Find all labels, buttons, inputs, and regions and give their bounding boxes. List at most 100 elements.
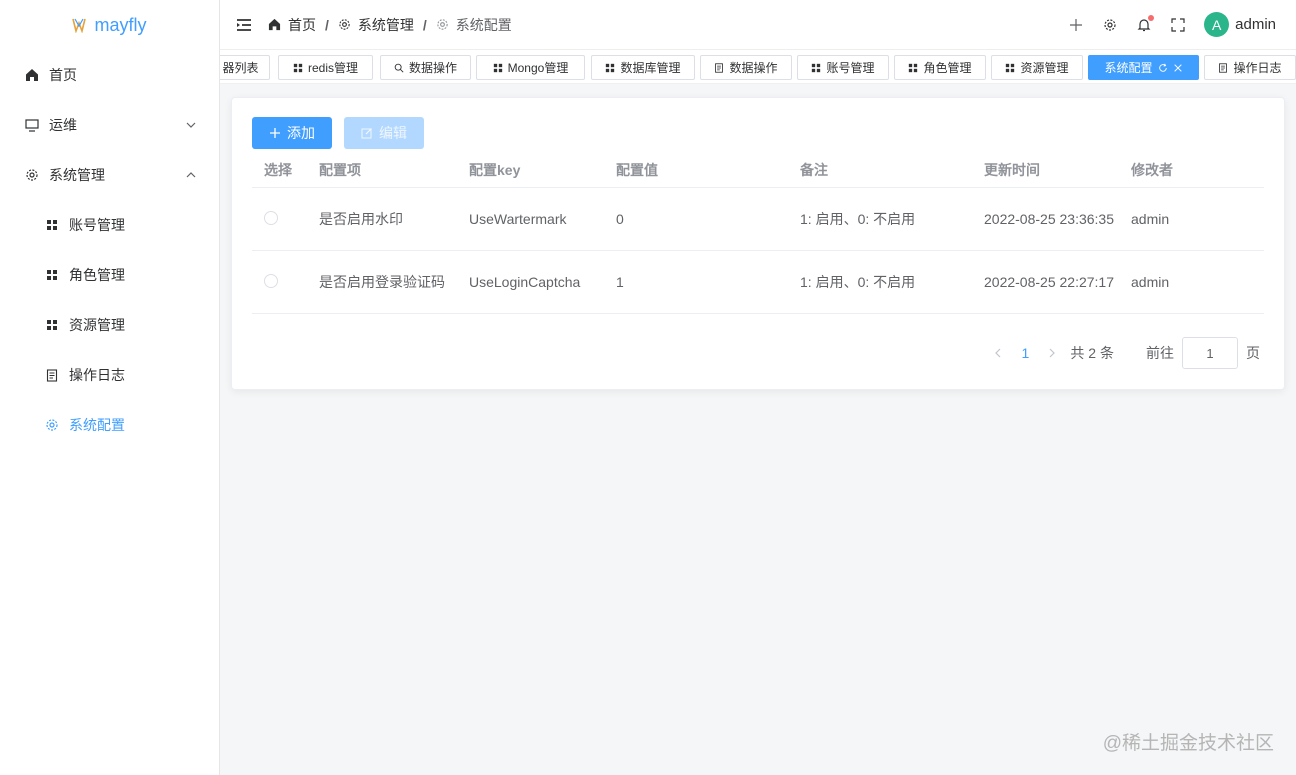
column-header: 备注	[800, 161, 828, 178]
fullscreen-icon[interactable]	[1170, 17, 1186, 33]
tag-oplog[interactable]: 操作日志	[1204, 55, 1296, 80]
tags-view: 器列表 redis管理 数据操作 Mongo管理 数据库管理 数据操作 账号管理…	[220, 50, 1296, 84]
sidebar-item-ops[interactable]: 运维	[0, 100, 219, 150]
sidebar-item-resources[interactable]: 资源管理	[0, 300, 219, 350]
tag-label: 操作日志	[1233, 61, 1282, 75]
tag-label: 器列表	[222, 61, 259, 75]
goto-page-input[interactable]: 1	[1182, 337, 1238, 369]
select-cell	[252, 210, 319, 228]
cell-name: 是否启用登录验证码	[319, 274, 445, 290]
page-jumper: 前往 1 页	[1146, 337, 1260, 369]
edit-icon	[361, 128, 372, 139]
document-icon	[715, 62, 724, 73]
tag-label: 角色管理	[923, 61, 972, 75]
tag-redis[interactable]: redis管理	[278, 55, 373, 80]
sidebar-item-label: 系统配置	[69, 417, 125, 433]
row-radio[interactable]	[264, 210, 278, 225]
bell-icon[interactable]	[1136, 14, 1155, 33]
tag-label: 数据库管理	[620, 61, 681, 75]
edit-button-label: 编辑	[379, 125, 407, 141]
breadcrumb-label: 系统配置	[455, 16, 512, 33]
gear-icon	[437, 19, 448, 30]
gear-icon[interactable]	[1102, 17, 1118, 33]
tag-label: Mongo管理	[507, 61, 569, 75]
page-number-current[interactable]: 1	[1010, 345, 1040, 361]
sidebar-item-roles[interactable]: 角色管理	[0, 250, 219, 300]
sidebar-item-oplog[interactable]: 操作日志	[0, 350, 219, 400]
plus-icon[interactable]	[1068, 17, 1084, 33]
tag-label: 账号管理	[826, 61, 875, 75]
document-icon	[1219, 62, 1228, 73]
menu-collapse-icon[interactable]	[236, 17, 252, 33]
grid-icon	[812, 63, 821, 72]
tag-mongo[interactable]: Mongo管理	[476, 55, 585, 80]
cell-remark: 1: 启用、0: 不启用	[800, 211, 916, 227]
sidebar-item-sysconfig[interactable]: 系统配置	[0, 400, 219, 450]
next-page-icon[interactable]	[1040, 339, 1064, 367]
sidebar-item-label: 运维	[49, 117, 77, 133]
logo[interactable]: mayfly	[0, 0, 219, 50]
notification-dot	[1148, 14, 1155, 21]
column-header: 修改者	[1131, 161, 1173, 178]
column-header: 更新时间	[984, 161, 1040, 178]
sidebar-item-system[interactable]: 系统管理	[0, 150, 219, 200]
tag-db[interactable]: 数据库管理	[591, 55, 695, 80]
breadcrumb-separator: /	[422, 16, 427, 33]
tag-redis-data[interactable]: 数据操作	[380, 55, 471, 80]
grid-icon	[44, 217, 60, 233]
gear-icon	[44, 417, 60, 433]
cell-name: 是否启用水印	[319, 211, 403, 227]
header-actions: A admin	[1068, 12, 1276, 37]
app-name: mayfly	[94, 14, 147, 35]
cell-updated: 2022-08-25 22:27:17	[984, 274, 1114, 290]
grid-icon	[909, 63, 918, 72]
column-header: 配置值	[616, 161, 658, 178]
config-table: 选择 配置项 配置key 配置值 备注 更新时间 修改者 是否启用水印 UseW…	[252, 152, 1264, 314]
cell-key: UseWartermark	[469, 211, 567, 227]
sidebar: mayfly 首页 运维 系统管理 账号管理 角色管理 资源管理 操作日志 系统…	[0, 0, 220, 775]
tag-resources[interactable]: 资源管理	[991, 55, 1083, 80]
tag-sysconfig[interactable]: 系统配置	[1088, 55, 1199, 80]
tag-machine-list[interactable]: 器列表	[220, 55, 270, 80]
prev-page-icon[interactable]	[986, 339, 1010, 367]
gear-icon	[24, 167, 40, 183]
breadcrumb-item-home[interactable]: 首页	[268, 15, 316, 35]
column-header: 选择	[264, 161, 292, 178]
tag-label: redis管理	[307, 61, 358, 75]
breadcrumb-item-system[interactable]: 系统管理	[338, 15, 414, 35]
breadcrumb-label: 首页	[288, 16, 316, 33]
cell-value: 0	[616, 211, 624, 227]
home-icon	[268, 18, 281, 31]
sidebar-item-home[interactable]: 首页	[0, 50, 219, 100]
sidebar-item-label: 操作日志	[69, 367, 125, 383]
add-button-label: 添加	[287, 125, 315, 141]
sidebar-item-label: 账号管理	[69, 217, 125, 233]
tag-label: 资源管理	[1020, 61, 1069, 75]
cell-key: UseLoginCaptcha	[469, 274, 581, 290]
sidebar-item-accounts[interactable]: 账号管理	[0, 200, 219, 250]
table-row[interactable]: 是否启用登录验证码 UseLoginCaptcha 1 1: 启用、0: 不启用…	[252, 251, 1264, 314]
tag-roles[interactable]: 角色管理	[894, 55, 986, 80]
config-card: 添加 编辑 选择 配置项 配置key 配置值 备注 更新时间 修改者 是否启用水…	[231, 97, 1285, 390]
gear-icon	[339, 19, 350, 30]
document-icon	[44, 367, 60, 383]
table-row[interactable]: 是否启用水印 UseWartermark 0 1: 启用、0: 不启用 2022…	[252, 188, 1264, 251]
grid-icon	[493, 63, 502, 72]
cell-modifier: admin	[1131, 211, 1170, 227]
user-menu[interactable]: A admin	[1204, 12, 1276, 37]
page-suffix: 页	[1246, 345, 1260, 361]
cell-value: 1	[616, 274, 624, 290]
close-icon[interactable]	[1173, 63, 1183, 73]
goto-label: 前往	[1146, 345, 1174, 361]
edit-button[interactable]: 编辑	[344, 117, 424, 149]
tag-label: 数据操作	[408, 61, 457, 75]
username: admin	[1235, 16, 1276, 33]
grid-icon	[44, 317, 60, 333]
refresh-icon[interactable]	[1158, 63, 1168, 73]
tag-accounts[interactable]: 账号管理	[797, 55, 889, 80]
row-radio[interactable]	[264, 273, 278, 288]
grid-icon	[44, 267, 60, 283]
add-button[interactable]: 添加	[252, 117, 332, 149]
tag-db-data[interactable]: 数据操作	[700, 55, 792, 80]
sidebar-item-label: 资源管理	[69, 317, 125, 333]
